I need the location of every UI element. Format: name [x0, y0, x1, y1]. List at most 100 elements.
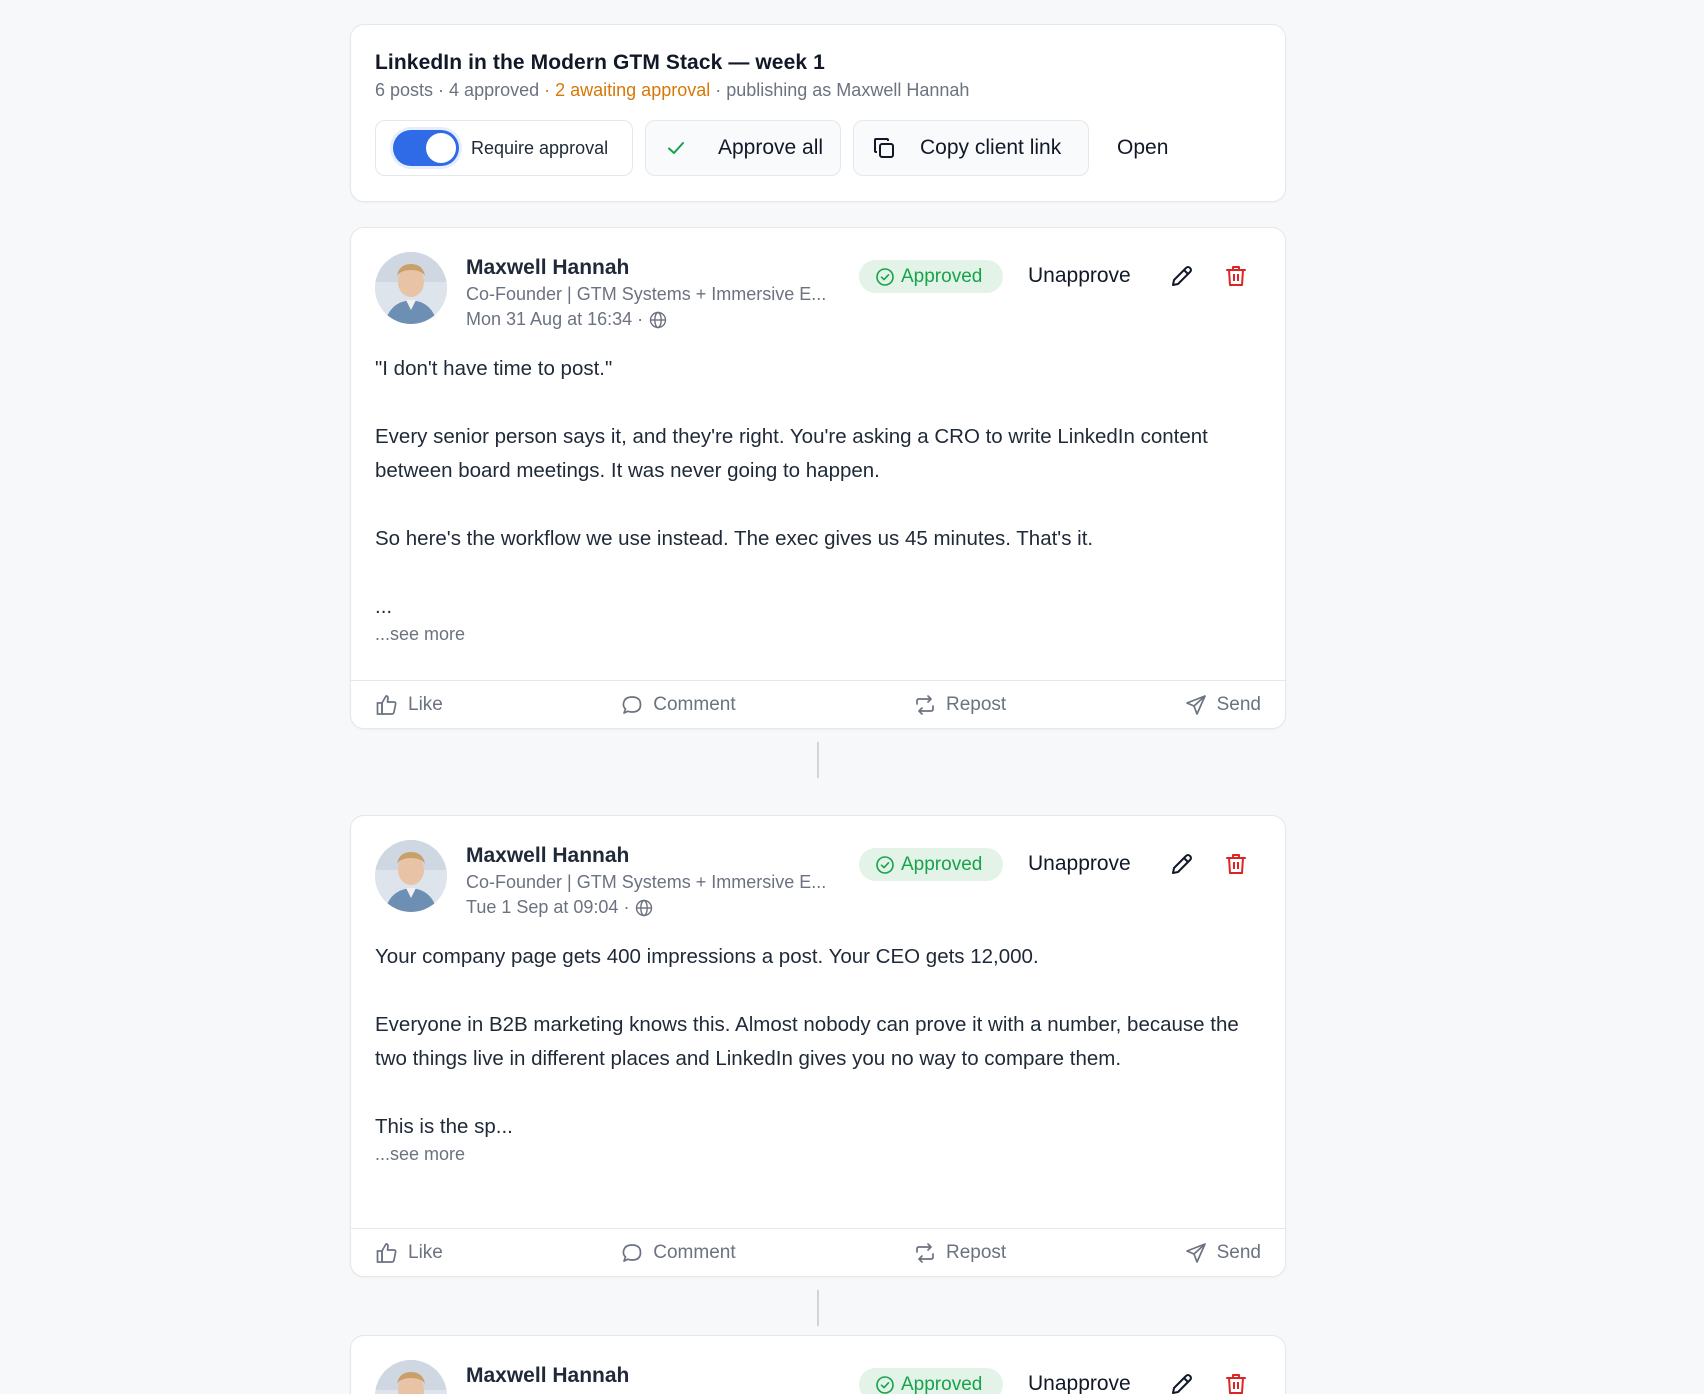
- post-paragraph: Your company page gets 400 impressions a…: [375, 945, 1039, 968]
- avatar: [375, 840, 447, 912]
- send-icon: [1184, 1241, 1217, 1265]
- toggle-label: Require approval: [471, 137, 609, 158]
- campaign-meta: 6 posts · 4 approved · 2 awaiting approv…: [375, 80, 1261, 101]
- author-name: Maxwell Hannah: [466, 256, 630, 279]
- avatar: [375, 1360, 447, 1394]
- timestamp-text: Mon 31 Aug at 16:34 ·: [466, 309, 644, 329]
- unapprove-button[interactable]: Unapprove: [1028, 1372, 1131, 1394]
- post-paragraph: Every senior person says it, and they're…: [375, 425, 1208, 482]
- like-label: Like: [408, 1241, 443, 1263]
- post-connector: [817, 1290, 819, 1326]
- post-paragraph: So here's the workflow we use instead. T…: [375, 527, 1094, 550]
- status-label: Approved: [901, 853, 983, 875]
- post-paragraph: ...: [375, 595, 393, 618]
- comment-button[interactable]: Comment: [620, 1241, 736, 1265]
- author-name: Maxwell Hannah: [466, 844, 630, 867]
- pencil-icon[interactable]: [1169, 263, 1195, 294]
- open-button[interactable]: Open: [1117, 136, 1168, 160]
- meta-separator: ·: [539, 80, 556, 100]
- thumbs-up-icon: [375, 1241, 408, 1265]
- post-header: Maxwell Hannah Co-Founder | GTM Systems …: [351, 816, 1285, 917]
- post-action-bar: Like Comment Repost Send: [351, 680, 1285, 728]
- send-button[interactable]: Send: [1184, 693, 1261, 717]
- author-info: Maxwell Hannah: [466, 1364, 629, 1388]
- post-card: Maxwell Hannah Approved Unapprove: [350, 1335, 1286, 1394]
- comment-icon: [620, 1241, 653, 1265]
- post-paragraph: This is the sp...: [375, 1115, 513, 1138]
- send-icon: [1184, 693, 1217, 717]
- author-info: Maxwell Hannah Co-Founder | GTM Systems …: [466, 844, 826, 918]
- author-name: Maxwell Hannah: [466, 1364, 630, 1387]
- repost-icon: [913, 1241, 946, 1265]
- meta-publishing: publishing as Maxwell Hannah: [726, 80, 970, 100]
- post-card: Maxwell Hannah Co-Founder | GTM Systems …: [350, 227, 1286, 729]
- post-card: Maxwell Hannah Co-Founder | GTM Systems …: [350, 815, 1286, 1277]
- status-badge: Approved: [859, 848, 1003, 881]
- pencil-icon[interactable]: [1169, 851, 1195, 882]
- require-approval-toggle[interactable]: Require approval: [375, 120, 633, 176]
- status-badge: Approved: [859, 1368, 1003, 1394]
- post-connector: [817, 742, 819, 778]
- post-action-bar: Like Comment Repost Send: [351, 1228, 1285, 1276]
- repost-label: Repost: [946, 693, 1007, 715]
- trash-icon[interactable]: [1223, 1371, 1249, 1394]
- approve-all-button[interactable]: Approve all: [645, 120, 841, 176]
- unapprove-button[interactable]: Unapprove: [1028, 852, 1131, 876]
- avatar: [375, 252, 447, 324]
- check-circle-icon: [875, 267, 895, 287]
- campaign-actions: Require approval Approve all Copy client…: [375, 120, 1261, 176]
- thumbs-up-icon: [375, 693, 408, 717]
- send-button[interactable]: Send: [1184, 1241, 1261, 1265]
- repost-button[interactable]: Repost: [913, 1241, 1006, 1265]
- post-paragraph: Everyone in B2B marketing knows this. Al…: [375, 1013, 1239, 1070]
- copy-icon: [872, 136, 896, 160]
- trash-icon[interactable]: [1223, 851, 1249, 882]
- timestamp-text: Tue 1 Sep at 09:04 ·: [466, 897, 630, 917]
- check-circle-icon: [875, 855, 895, 875]
- meta-posts: 6 posts: [375, 80, 434, 100]
- post-body: Your company page gets 400 impressions a…: [351, 912, 1285, 1144]
- pencil-icon[interactable]: [1169, 1371, 1195, 1394]
- globe-icon: [649, 311, 667, 329]
- post-body: "I don't have time to post." Every senio…: [351, 324, 1285, 624]
- comment-label: Comment: [653, 693, 736, 715]
- campaign-card: LinkedIn in the Modern GTM Stack — week …: [350, 24, 1286, 202]
- meta-separator: ·: [710, 80, 727, 100]
- comment-button[interactable]: Comment: [620, 693, 736, 717]
- post-timestamp: Mon 31 Aug at 16:34 ·: [466, 309, 826, 330]
- status-label: Approved: [901, 1373, 983, 1394]
- status-label: Approved: [901, 265, 983, 287]
- check-icon: [666, 138, 686, 158]
- see-more-link[interactable]: ...see more: [351, 624, 1285, 645]
- author-headline: Co-Founder | GTM Systems + Immersive E..…: [466, 284, 827, 304]
- toggle-switch[interactable]: [393, 130, 459, 166]
- post-timestamp: Tue 1 Sep at 09:04 ·: [466, 897, 826, 918]
- trash-icon[interactable]: [1223, 263, 1249, 294]
- toggle-knob: [426, 133, 456, 163]
- meta-separator: ·: [433, 80, 450, 100]
- send-label: Send: [1216, 1241, 1261, 1263]
- like-button[interactable]: Like: [375, 1241, 443, 1265]
- see-more-link[interactable]: ...see more: [351, 1144, 1285, 1165]
- repost-label: Repost: [946, 1241, 1007, 1263]
- approve-all-label: Approve all: [718, 136, 824, 159]
- send-label: Send: [1216, 693, 1261, 715]
- comment-label: Comment: [653, 1241, 736, 1263]
- content-column: LinkedIn in the Modern GTM Stack — week …: [350, 24, 1286, 1394]
- post-paragraph: "I don't have time to post.": [375, 357, 613, 380]
- meta-approved: 4 approved: [449, 80, 540, 100]
- campaign-title: LinkedIn in the Modern GTM Stack — week …: [375, 51, 825, 74]
- meta-awaiting: 2 awaiting approval: [555, 80, 711, 100]
- like-label: Like: [408, 693, 443, 715]
- like-button[interactable]: Like: [375, 693, 443, 717]
- author-headline: Co-Founder | GTM Systems + Immersive E..…: [466, 872, 827, 892]
- post-header: Maxwell Hannah Approved Unapprove: [351, 1336, 1285, 1394]
- repost-icon: [913, 693, 946, 717]
- unapprove-button[interactable]: Unapprove: [1028, 264, 1131, 288]
- repost-button[interactable]: Repost: [913, 693, 1006, 717]
- post-header: Maxwell Hannah Co-Founder | GTM Systems …: [351, 228, 1285, 329]
- copy-client-link-button[interactable]: Copy client link: [853, 120, 1089, 176]
- globe-icon: [635, 899, 653, 917]
- copy-client-link-label: Copy client link: [920, 136, 1062, 159]
- check-circle-icon: [875, 1375, 895, 1394]
